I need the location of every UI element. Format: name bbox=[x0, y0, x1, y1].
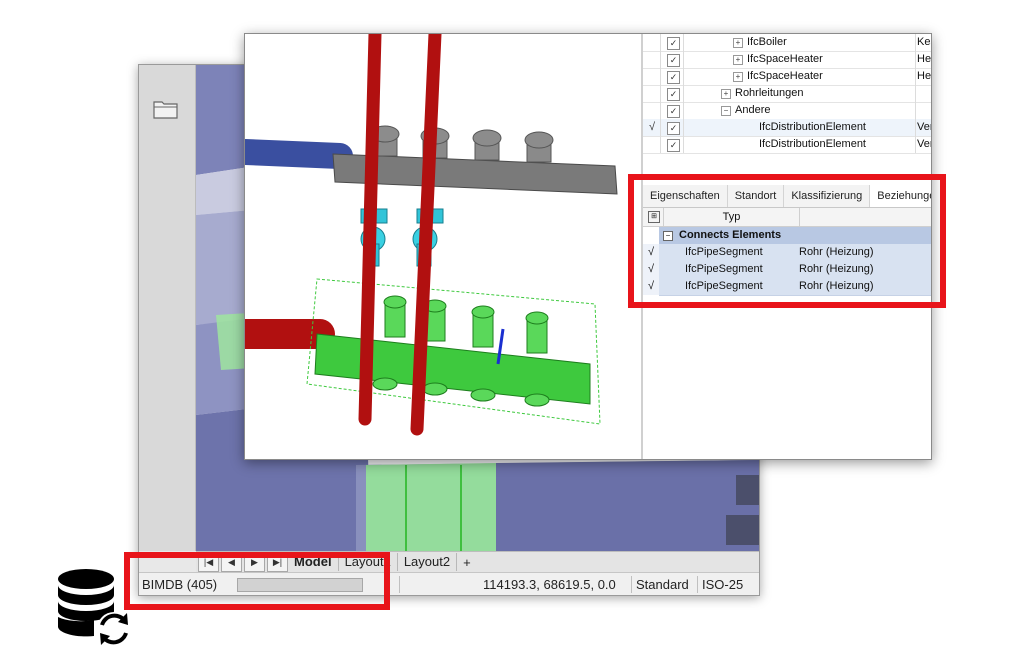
expand-icon[interactable]: + bbox=[733, 72, 743, 82]
expand-icon[interactable]: + bbox=[733, 55, 743, 65]
tree-row[interactable]: √ ✓ IfcDistributionElement Ver bbox=[643, 119, 931, 137]
column-divider bbox=[660, 85, 661, 102]
column-divider bbox=[683, 34, 684, 51]
column-divider bbox=[683, 85, 684, 102]
column-divider bbox=[660, 68, 661, 85]
visibility-checkbox[interactable]: ✓ bbox=[667, 139, 680, 152]
tree-item-description: He bbox=[917, 53, 932, 65]
expand-icon[interactable]: + bbox=[721, 89, 731, 99]
column-divider bbox=[915, 51, 916, 68]
column-divider bbox=[660, 136, 661, 153]
expand-icon[interactable]: + bbox=[733, 38, 743, 48]
tree-item-label: IfcDistributionElement bbox=[759, 121, 866, 133]
tree-item-label: IfcSpaceHeater bbox=[747, 70, 823, 82]
visibility-checkbox[interactable]: ✓ bbox=[667, 122, 680, 135]
tree-row[interactable]: ✓ − Andere bbox=[643, 102, 931, 120]
column-divider bbox=[683, 68, 684, 85]
highlight-status-box bbox=[124, 552, 390, 610]
front-3d-viewport[interactable] bbox=[245, 34, 641, 459]
dim-style-label[interactable]: ISO-25 bbox=[702, 573, 743, 595]
tree-item-description: He bbox=[917, 70, 932, 82]
visibility-checkbox[interactable]: ✓ bbox=[667, 71, 680, 84]
visibility-checkbox[interactable]: ✓ bbox=[667, 54, 680, 67]
row-check-mark[interactable]: √ bbox=[644, 119, 660, 136]
coordinates-readout: 114193.3, 68619.5, 0.0 bbox=[483, 577, 616, 592]
tree-row[interactable]: ✓ + IfcBoiler Kes bbox=[643, 34, 931, 52]
highlight-relations-box bbox=[628, 174, 946, 308]
column-divider bbox=[683, 51, 684, 68]
status-divider bbox=[399, 576, 400, 593]
tree-item-label: Andere bbox=[735, 104, 771, 116]
tree-row[interactable]: ✓ + Rohrleitungen bbox=[643, 85, 931, 103]
tree-item-label: IfcDistributionElement bbox=[759, 138, 866, 150]
tree-row[interactable]: ✓ + IfcSpaceHeater He bbox=[643, 68, 931, 86]
tree-item-label: Rohrleitungen bbox=[735, 87, 804, 99]
column-divider bbox=[915, 119, 916, 136]
tree-item-description: Ver bbox=[917, 121, 932, 133]
column-divider bbox=[683, 136, 684, 153]
visibility-checkbox[interactable]: ✓ bbox=[667, 37, 680, 50]
status-divider bbox=[631, 576, 632, 593]
tree-item-label: IfcSpaceHeater bbox=[747, 53, 823, 65]
column-divider bbox=[915, 136, 916, 153]
column-divider bbox=[660, 34, 661, 51]
column-divider bbox=[660, 102, 661, 119]
tree-item-label: IfcBoiler bbox=[747, 36, 787, 48]
tree-row[interactable]: ✓ + IfcSpaceHeater He bbox=[643, 51, 931, 69]
visibility-checkbox[interactable]: ✓ bbox=[667, 105, 680, 118]
column-divider bbox=[683, 119, 684, 136]
column-divider bbox=[660, 119, 661, 136]
column-divider bbox=[915, 102, 916, 119]
folder-icon[interactable] bbox=[153, 99, 179, 119]
database-sync-icon bbox=[58, 569, 131, 646]
visual-style-label[interactable]: Standard bbox=[636, 573, 689, 595]
column-divider bbox=[660, 51, 661, 68]
column-divider bbox=[683, 102, 684, 119]
tree-row[interactable]: ✓ IfcDistributionElement Ver bbox=[643, 136, 931, 154]
tree-item-description: Kes bbox=[917, 36, 931, 48]
left-toolbar bbox=[139, 65, 196, 551]
visibility-checkbox[interactable]: ✓ bbox=[667, 88, 680, 101]
column-divider bbox=[915, 85, 916, 102]
status-divider bbox=[697, 576, 698, 593]
tree-item-description: Ver bbox=[917, 138, 932, 150]
manifold-model-render bbox=[245, 34, 618, 436]
column-divider bbox=[915, 68, 916, 85]
collapse-icon[interactable]: − bbox=[721, 106, 731, 116]
column-divider bbox=[915, 34, 916, 51]
add-layout-button[interactable]: + bbox=[457, 555, 477, 570]
tab-layout2[interactable]: Layout2 bbox=[398, 553, 458, 571]
